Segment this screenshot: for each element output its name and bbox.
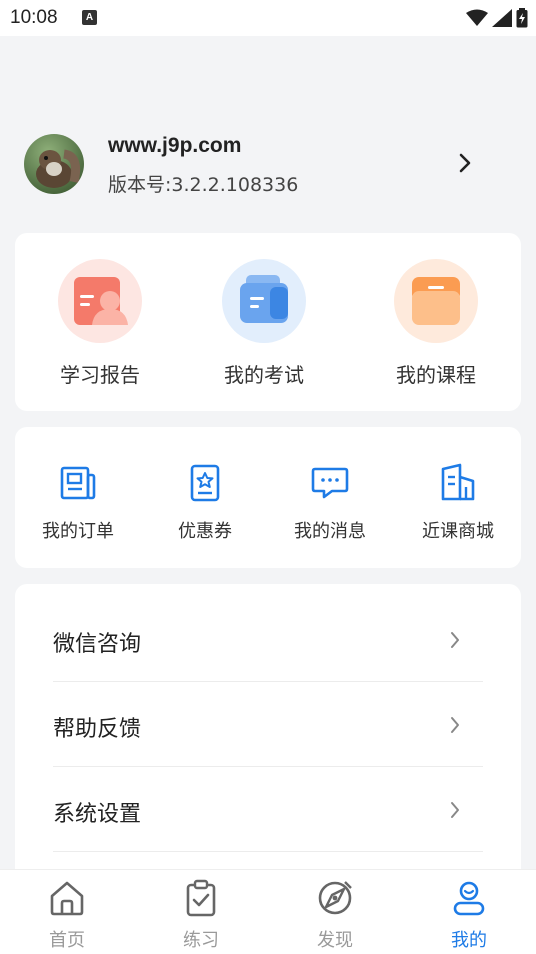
avatar[interactable] [24,134,84,194]
compass-icon [318,881,352,915]
tab-label: 我的 [451,930,487,951]
divider [53,851,483,852]
signal-icon [492,9,512,27]
service-orders[interactable]: 我的订单 [23,463,133,543]
quick-action-course[interactable]: 我的课程 [361,259,511,388]
profile-header[interactable]: www.j9p.com 版本号:3.2.2.108336 [0,120,536,210]
status-time: 10:08 [10,7,58,28]
service-label: 优惠券 [178,521,232,542]
order-icon [60,466,96,500]
exam-icon [222,259,306,343]
tab-label: 练习 [183,930,219,951]
quick-action-label: 我的考试 [224,363,304,387]
quick-action-label: 学习报告 [60,363,140,387]
battery-icon [516,8,528,28]
settings-menu-card: 微信咨询 帮助反馈 系统设置 [15,584,521,884]
menu-item-label: 微信咨询 [53,632,142,657]
chevron-right-icon [451,717,459,733]
user-icon [453,881,485,916]
tab-label: 发现 [317,930,353,951]
mall-icon [441,463,475,501]
service-messages[interactable]: 我的消息 [275,463,385,543]
chevron-right-icon [451,802,459,818]
menu-item-system-settings[interactable]: 系统设置 [53,768,483,852]
menu-item-label: 系统设置 [53,802,142,827]
service-coupons[interactable]: 优惠券 [150,463,260,543]
quick-action-study-report[interactable]: 学习报告 [25,259,175,388]
wifi-icon [466,9,488,26]
tab-home[interactable]: 首页 [27,878,107,952]
divider [53,766,483,767]
notification-icon: A [82,10,97,25]
service-label: 近课商城 [422,521,494,542]
quick-action-exam[interactable]: 我的考试 [189,259,339,388]
tab-label: 首页 [49,930,85,951]
tab-mine[interactable]: 我的 [429,878,509,952]
chevron-right-icon [451,632,459,648]
profile-name: www.j9p.com [108,134,242,157]
study-report-icon [58,259,142,343]
bottom-tab-bar: 首页 练习 发现 我的 [0,869,536,954]
status-indicators [466,8,528,28]
menu-item-wechat-consult[interactable]: 微信咨询 [53,598,483,682]
menu-item-help-feedback[interactable]: 帮助反馈 [53,683,483,767]
divider [53,681,483,682]
home-icon [50,881,84,916]
service-mall[interactable]: 近课商城 [403,463,513,543]
services-card: 我的订单 优惠券 我的消息 近课商城 [15,427,521,568]
quick-actions-card: 学习报告 我的考试 我的课程 [15,233,521,411]
service-label: 我的消息 [294,521,366,542]
clipboard-check-icon [186,879,216,917]
chevron-right-icon[interactable] [458,152,472,174]
service-label: 我的订单 [42,521,114,542]
app-version: 版本号:3.2.2.108336 [108,174,299,196]
message-icon [311,467,349,499]
tab-practice[interactable]: 练习 [161,878,241,952]
status-bar: 10:08 A [0,0,536,36]
tab-discover[interactable]: 发现 [295,878,375,952]
menu-item-label: 帮助反馈 [53,717,142,742]
course-icon [394,259,478,343]
coupon-icon [190,464,220,502]
quick-action-label: 我的课程 [396,363,476,387]
